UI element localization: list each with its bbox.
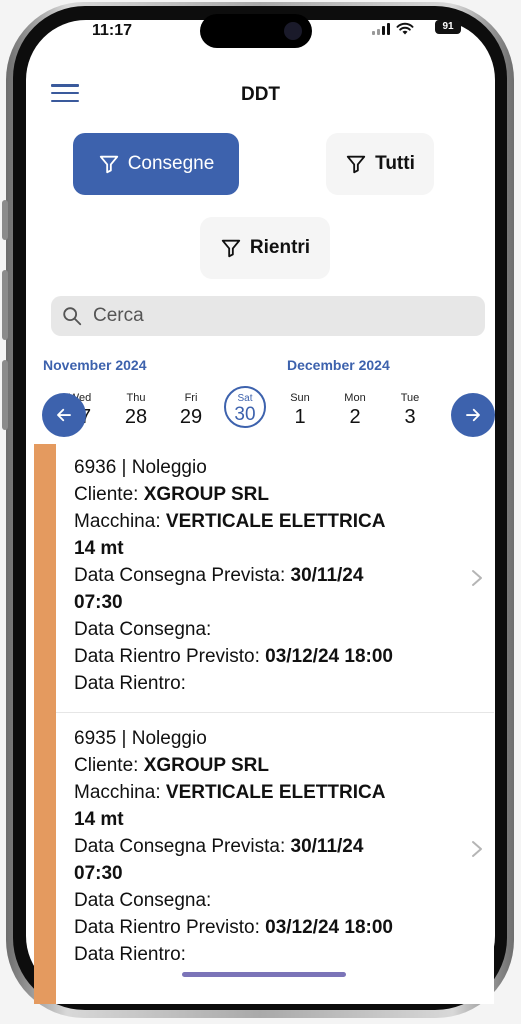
camera-icon [284, 22, 302, 40]
day-number: 3 [404, 406, 416, 428]
day-name: Fri [184, 392, 198, 404]
calendar-day[interactable]: Sun 1 [280, 392, 320, 429]
day-name: Sat [237, 393, 253, 404]
next-week-button[interactable] [451, 393, 495, 437]
home-indicator[interactable] [182, 972, 346, 977]
card-consegna-prevista: Data Consegna Prevista: 30/11/24 [74, 565, 364, 586]
search-bar[interactable] [51, 296, 485, 336]
card-rientro-previsto: Data Rientro Previsto: 03/12/24 18:00 [74, 917, 393, 938]
arrow-left-icon [57, 408, 71, 422]
filter-tutti-button[interactable]: Tutti [326, 133, 434, 195]
card-rientro: Data Rientro: [74, 944, 186, 965]
card-macchina: Macchina: VERTICALE ELETTRICA [74, 782, 386, 803]
card-accent-bar [34, 444, 56, 1004]
card-consegna: Data Consegna: [74, 890, 212, 911]
signal-icon [372, 23, 390, 35]
card-consegna-prevista: Data Consegna Prevista: 30/11/24 [74, 836, 364, 857]
card-consegna: Data Consegna: [74, 619, 212, 640]
card-rientro: Data Rientro: [74, 673, 186, 694]
day-number: 28 [124, 406, 148, 428]
search-input[interactable] [91, 304, 475, 328]
calendar-day[interactable]: Fri 29 [171, 392, 211, 429]
ddt-card[interactable]: 6935 | Noleggio Cliente: XGROUP SRL Macc… [56, 725, 494, 968]
card-macchina-cont: 14 mt [74, 809, 124, 830]
filter-icon [99, 155, 118, 174]
day-number: 1 [294, 406, 306, 428]
page-title: DDT [240, 84, 281, 105]
filter-consegne-button[interactable]: Consegne [73, 133, 239, 195]
day-name: Thu [126, 392, 146, 404]
filter-rientri-button[interactable]: Rientri [200, 217, 330, 279]
calendar-day-selected[interactable]: Sat 30 [224, 386, 266, 428]
card-header: 6935 | Noleggio [74, 728, 207, 749]
volume-up-button [2, 270, 8, 340]
ddt-card[interactable]: 6936 | Noleggio Cliente: XGROUP SRL Macc… [56, 454, 494, 697]
card-macchina-cont: 14 mt [74, 538, 124, 559]
filter-icon [346, 155, 366, 174]
battery-icon: 91 [435, 20, 461, 34]
card-cliente: Cliente: XGROUP SRL [74, 484, 269, 505]
status-icons [372, 22, 414, 36]
day-name: Tue [400, 392, 420, 404]
day-number: 2 [349, 406, 361, 428]
day-number: 29 [179, 406, 203, 428]
day-name: Mon [344, 392, 366, 404]
calendar-day[interactable]: Thu 28 [116, 392, 156, 429]
filter-rientri-label: Rientri [249, 237, 311, 258]
status-time: 11:17 [92, 22, 133, 39]
day-number: 30 [234, 404, 256, 425]
dynamic-island [200, 14, 312, 48]
day-name: Sun [290, 392, 310, 404]
wifi-icon [396, 22, 414, 35]
card-cliente: Cliente: XGROUP SRL [74, 755, 269, 776]
silent-switch [2, 200, 8, 240]
chevron-right-icon [472, 570, 482, 586]
card-header: 6936 | Noleggio [74, 457, 207, 478]
filter-icon [221, 239, 241, 258]
volume-down-button [2, 360, 8, 430]
calendar-day[interactable]: Tue 3 [390, 392, 430, 429]
filter-consegne-label: Consegne [127, 153, 215, 174]
prev-week-button[interactable] [42, 393, 86, 437]
calendar-day[interactable]: Mon 2 [335, 392, 375, 429]
card-divider [56, 712, 494, 713]
month-label-november: November 2024 [43, 357, 147, 373]
chevron-right-icon [472, 841, 482, 857]
ddt-list: 6936 | Noleggio Cliente: XGROUP SRL Macc… [34, 444, 494, 1004]
search-icon [63, 307, 82, 326]
card-consegna-prevista-time: 07:30 [74, 863, 123, 884]
filter-tutti-label: Tutti [375, 153, 415, 174]
card-rientro-previsto: Data Rientro Previsto: 03/12/24 18:00 [74, 646, 393, 667]
card-macchina: Macchina: VERTICALE ELETTRICA [74, 511, 386, 532]
month-label-december: December 2024 [287, 357, 390, 373]
arrow-right-icon [466, 408, 480, 422]
card-consegna-prevista-time: 07:30 [74, 592, 123, 613]
